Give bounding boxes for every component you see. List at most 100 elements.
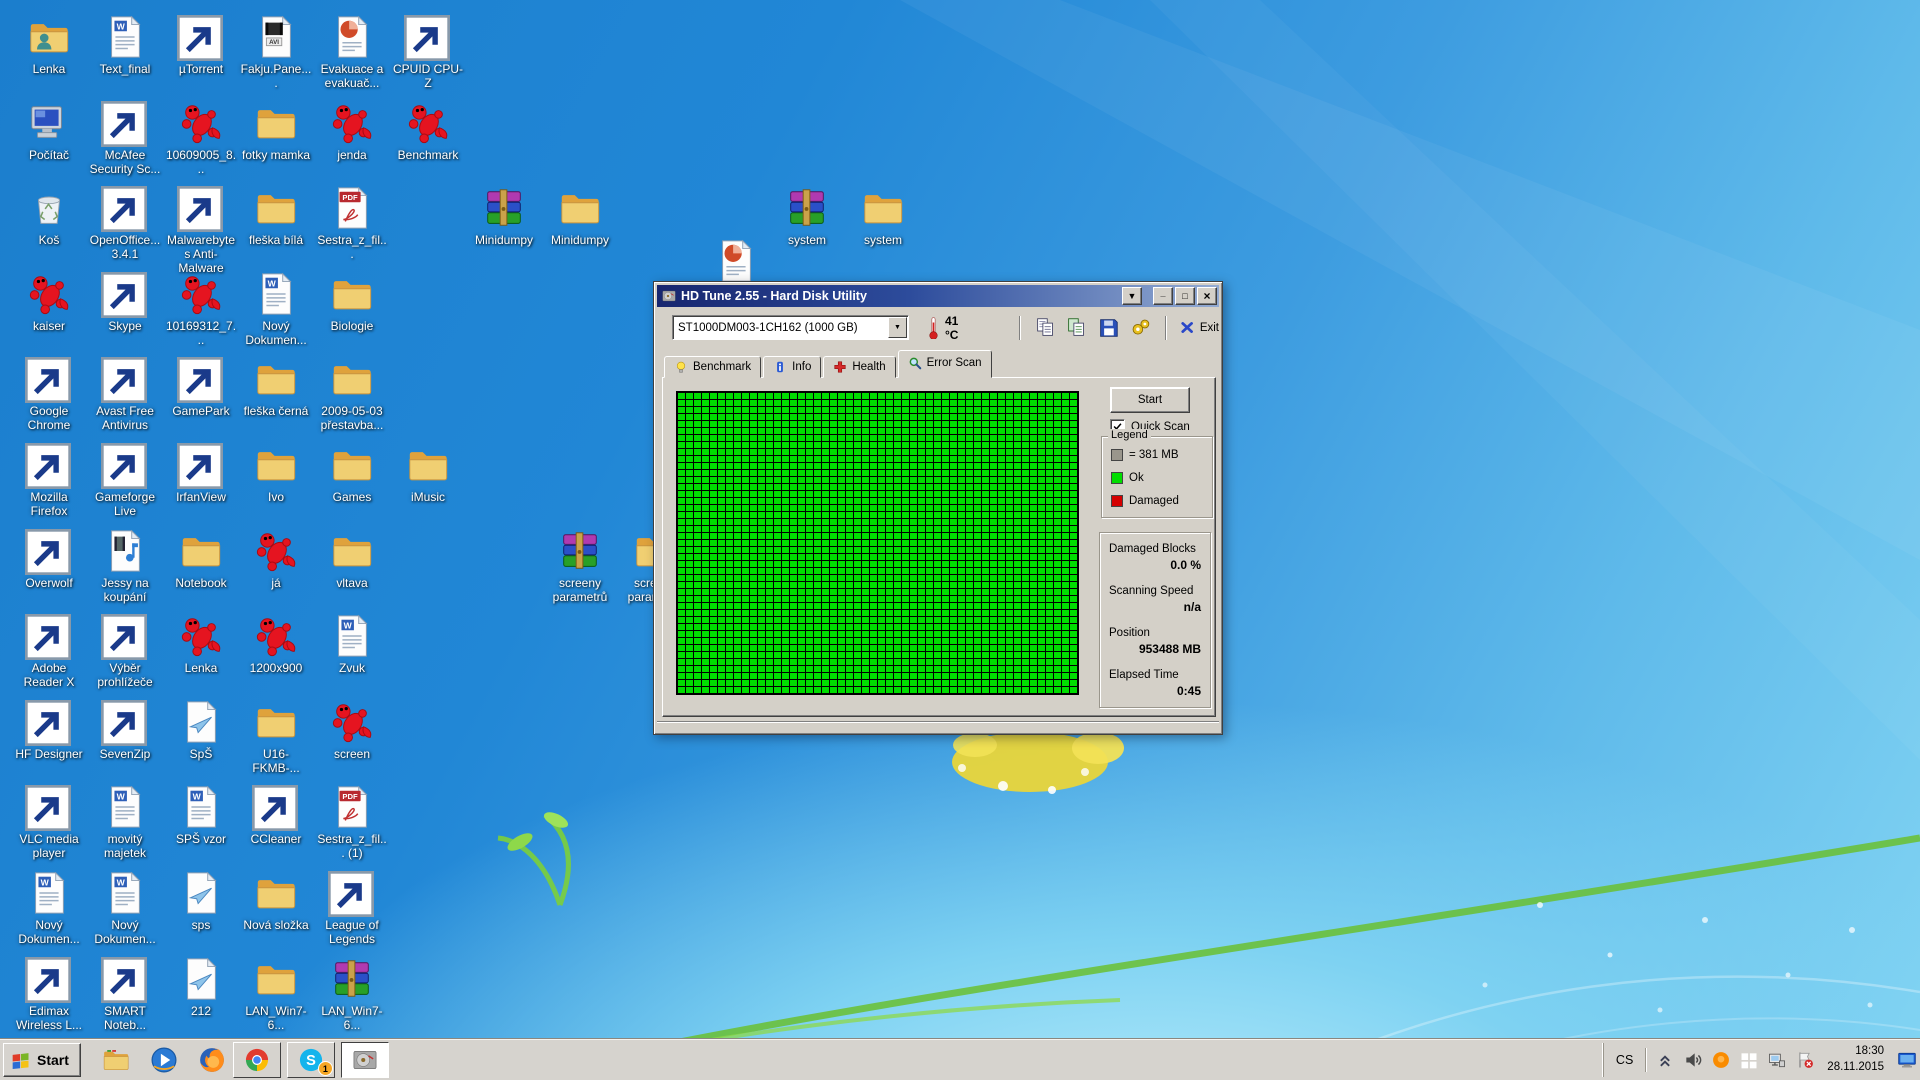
desktop-icon[interactable]: screen [316,699,388,761]
taskbar-hdtune-button[interactable] [341,1042,389,1078]
desktop-icon[interactable]: vltava [316,528,388,590]
action-center-flag-icon[interactable] [1795,1050,1815,1070]
start-scan-button[interactable]: Start [1110,387,1190,413]
start-button[interactable]: Start [3,1043,81,1077]
desktop-icon[interactable]: Koš [13,185,85,247]
desktop-icon[interactable] [700,238,772,286]
settings-gear-button[interactable] [1127,315,1153,341]
desktop-icon[interactable]: 10169312_7... [165,271,237,347]
desktop-icon[interactable]: WNový Dokumen... [240,271,312,347]
desktop-icon[interactable]: já [240,528,312,590]
desktop-icon[interactable]: CCCleaner [240,784,312,846]
desktop-icon[interactable]: WText_final [89,14,161,76]
desktop-icon[interactable]: 212 [165,956,237,1018]
desktop-icon[interactable]: WZvuk [316,613,388,675]
desktop-icon[interactable]: kaiser [13,271,85,333]
desktop-icon[interactable]: fotky mamka [240,100,312,162]
desktop-icon[interactable]: WNový Dokumen... [89,870,161,946]
desktop-icon[interactable]: fleška černá [240,356,312,418]
network-icon[interactable] [1767,1050,1787,1070]
media-player-icon[interactable] [149,1045,179,1075]
desktop-icon[interactable]: Lenka [13,14,85,76]
desktop-icon[interactable]: µTorrent [165,14,237,76]
desktop-icon[interactable]: CPUID CPU-Z [392,14,464,90]
desktop-icon[interactable]: AVIFakju.Pane.... [240,14,312,90]
windows-update-icon[interactable] [1739,1050,1759,1070]
desktop-icon[interactable]: League of Legends [316,870,388,946]
desktop-icon[interactable]: Počítač [13,100,85,162]
tab-error-scan[interactable]: Error Scan [898,350,992,378]
desktop-icon[interactable]: McAfee Security Sc... [89,100,161,176]
desktop-icon[interactable]: Jessy na koupání [89,528,161,604]
maximize-button[interactable]: □ [1175,287,1195,305]
desktop-icon[interactable]: 1200x900 [240,613,312,675]
dropdown-arrow-icon[interactable]: ▼ [888,317,907,338]
desktop-icon[interactable]: Nová složka [240,870,312,932]
desktop-icon[interactable]: PDFSestra_z_fil... [316,185,388,261]
desktop-icon[interactable]: Adobe Reader X [13,613,85,689]
desktop-icon[interactable]: Lenka [165,613,237,675]
desktop-icon[interactable]: PDFSestra_z_fil... (1) [316,784,388,860]
desktop-icon[interactable]: VLC media player [13,784,85,860]
desktop-icon[interactable]: Evakuace a evakuač... [316,14,388,90]
desktop-icon[interactable]: LAN_Win7-6... [240,956,312,1032]
desktop-icon[interactable]: 2009-05-03 přestavba... [316,356,388,432]
desktop-icon[interactable]: Ivo [240,442,312,504]
desktop-icon[interactable]: LAN_Win7-6... [316,956,388,1032]
window-titlebar[interactable]: HD Tune 2.55 - Hard Disk Utility ▼ _ □ × [657,285,1219,307]
tab-health[interactable]: Health [823,356,895,378]
desktop-icon[interactable]: Edimax Wireless L... [13,956,85,1032]
desktop-icon[interactable]: screeny parametrů [544,528,616,604]
desktop-icon[interactable]: WNový Dokumen... [13,870,85,946]
desktop-icon[interactable]: 10609005_8... [165,100,237,176]
volume-icon[interactable] [1683,1050,1703,1070]
desktop-icon[interactable]: Gameforge Live [89,442,161,518]
taskbar-skype-button[interactable]: S 1 [287,1042,335,1078]
desktop-icon[interactable]: SMART Noteb... [89,956,161,1032]
desktop-icon[interactable]: IrfanView [165,442,237,504]
copy-text-button[interactable] [1033,315,1059,341]
desktop-icon[interactable]: Wmovitý majetek [89,784,161,860]
desktop-icon[interactable]: Výběr prohlížeče [89,613,161,689]
desktop-icon[interactable]: Minidumpy [468,185,540,247]
drive-select-dropdown[interactable]: ST1000DM003-1CH162 (1000 GB) ▼ [672,315,909,340]
desktop-icon[interactable]: Notebook [165,528,237,590]
explorer-icon[interactable] [101,1045,131,1075]
rollup-button[interactable]: ▼ [1122,287,1142,305]
desktop-icon[interactable]: fleška bílá [240,185,312,247]
tab-info[interactable]: Info [763,356,821,378]
taskbar-chrome-button[interactable] [233,1042,281,1078]
desktop-icon[interactable]: Biologie [316,271,388,333]
taskbar-clock[interactable]: 18:30 28.11.2015 [1827,1044,1884,1075]
firefox-icon[interactable] [197,1045,227,1075]
desktop-icon[interactable]: Benchmark [392,100,464,162]
desktop-icon[interactable]: 7zSevenZip [89,699,161,761]
minimize-button[interactable]: _ [1153,287,1173,305]
desktop-icon[interactable]: OpenOffice... 3.4.1 [89,185,161,261]
save-button[interactable] [1096,315,1122,341]
language-indicator[interactable]: CS [1612,1053,1637,1067]
desktop-icon[interactable]: Malwarebytes Anti-Malware [165,185,237,275]
desktop-icon[interactable]: Mozilla Firefox [13,442,85,518]
desktop-icon[interactable]: iMusic [392,442,464,504]
display-icon[interactable] [1897,1050,1917,1070]
desktop-icon[interactable]: Minidumpy [544,185,616,247]
desktop-icon[interactable]: Games [316,442,388,504]
desktop-icon[interactable]: Google Chrome [13,356,85,432]
hidden-icons-chevron[interactable] [1655,1050,1675,1070]
tab-benchmark[interactable]: Benchmark [664,356,761,378]
close-button[interactable]: × [1197,287,1217,305]
desktop-icon[interactable]: jenda [316,100,388,162]
desktop-icon[interactable]: HF Designer [13,699,85,761]
desktop-icon[interactable]: SSkype [89,271,161,333]
desktop-icon[interactable]: WSPŠ vzor [165,784,237,846]
avast-tray-icon[interactable] [1711,1050,1731,1070]
copy-screenshot-button[interactable] [1064,315,1090,341]
desktop-icon[interactable]: Overwolf [13,528,85,590]
desktop-icon[interactable]: Avast Free Antivirus [89,356,161,432]
desktop-icon[interactable]: system [771,185,843,247]
desktop-icon[interactable]: sps [165,870,237,932]
exit-button[interactable]: Exit [1180,320,1219,335]
desktop-icon[interactable]: system [847,185,919,247]
desktop-icon[interactable]: U16-FKMB-... [240,699,312,775]
